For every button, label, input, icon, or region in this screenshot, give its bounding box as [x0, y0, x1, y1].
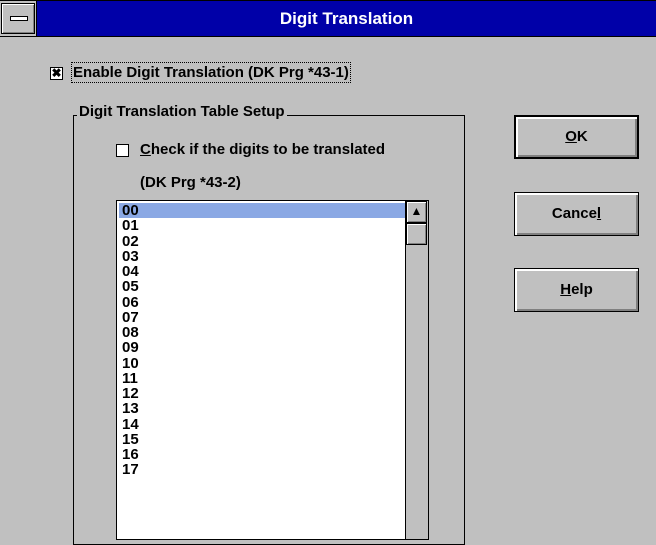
check-digits-sublabel: (DK Prg *43-2)	[140, 174, 241, 191]
list-item[interactable]: 06	[119, 294, 405, 310]
list-item[interactable]: 03	[119, 249, 405, 264]
help-button[interactable]: Help	[514, 268, 639, 312]
vertical-scrollbar[interactable]: ▲	[405, 201, 428, 539]
scroll-up-arrow-icon[interactable]: ▲	[406, 201, 427, 223]
digit-list[interactable]: 00 01 02 03 04 05 06 07 08 09 10 11 12 13 14 15 16 17 ▲	[116, 200, 429, 540]
list-item[interactable]: 12	[119, 386, 405, 401]
list-item[interactable]: 01	[119, 218, 405, 233]
check-digits-checkbox[interactable]	[116, 144, 129, 157]
list-item[interactable]: 14	[119, 416, 405, 432]
list-item[interactable]: 08	[119, 325, 405, 340]
ok-button[interactable]: OK	[514, 115, 639, 159]
checkbox-x-icon: ✖	[51, 66, 62, 80]
title-fill: Digit Translation	[36, 1, 656, 36]
list-item[interactable]: 07	[119, 310, 405, 325]
system-menu-button[interactable]	[1, 3, 35, 34]
enable-digit-translation-checkbox[interactable]: ✖	[50, 67, 63, 80]
cancel-button[interactable]: Cancel	[514, 192, 639, 236]
title-bar: Digit Translation	[0, 0, 656, 37]
list-item[interactable]: 04	[119, 264, 405, 279]
window-title: Digit Translation	[279, 9, 414, 28]
list-item[interactable]: 11	[119, 371, 405, 386]
list-item[interactable]: 10	[119, 355, 405, 371]
group-label: Digit Translation Table Setup	[77, 103, 287, 120]
list-item[interactable]: 02	[119, 233, 405, 249]
check-digits-label[interactable]: Check if the digits to be translated	[140, 141, 385, 158]
list-item[interactable]: 00	[119, 203, 405, 219]
digit-list-items: 00 01 02 03 04 05 06 07 08 09 10 11 12 13 14 15 16 17	[119, 203, 405, 478]
list-item[interactable]: 09	[119, 340, 405, 355]
list-item[interactable]: 15	[119, 432, 405, 447]
system-menu-icon	[10, 16, 28, 21]
list-item[interactable]: 17	[119, 462, 405, 477]
scroll-thumb[interactable]	[406, 223, 427, 245]
list-item[interactable]: 13	[119, 401, 405, 416]
list-item[interactable]: 05	[119, 279, 405, 294]
list-item[interactable]: 16	[119, 447, 405, 462]
enable-digit-translation-label[interactable]: Enable Digit Translation (DK Prg *43-1)	[71, 62, 351, 83]
